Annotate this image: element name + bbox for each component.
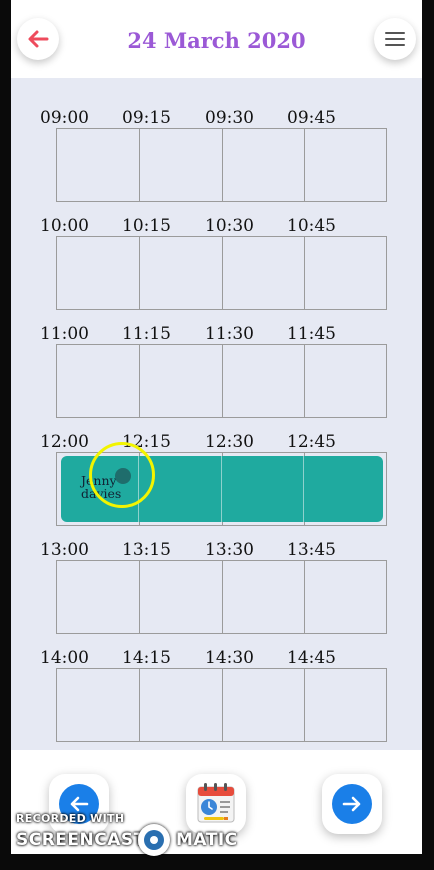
slot-divider <box>139 345 140 417</box>
next-day-circle <box>332 784 372 824</box>
time-label: 10:15 <box>122 216 171 236</box>
slot-divider <box>221 456 222 522</box>
watermark-brand-left: SCREENCAST <box>16 830 146 850</box>
slot-divider <box>304 237 305 309</box>
slot-divider <box>139 237 140 309</box>
page-title: 24 March 2020 <box>127 28 306 53</box>
time-label: 14:15 <box>122 648 171 668</box>
touch-indicator-dot <box>115 468 131 484</box>
slot-divider <box>303 456 304 522</box>
time-label: 13:30 <box>205 540 254 560</box>
screen-edge-right <box>422 0 434 870</box>
menu-button[interactable] <box>374 18 416 60</box>
time-slot-row[interactable] <box>56 560 387 634</box>
time-label: 14:45 <box>287 648 336 668</box>
slot-divider <box>222 669 223 741</box>
time-label: 14:00 <box>40 648 89 668</box>
time-label: 09:45 <box>287 108 336 128</box>
next-day-button[interactable] <box>322 774 382 834</box>
slot-divider <box>222 129 223 201</box>
watermark-logo-icon <box>138 824 170 856</box>
time-slot-row[interactable] <box>56 128 387 202</box>
time-slot-row[interactable] <box>56 236 387 310</box>
slot-divider <box>139 669 140 741</box>
time-label: 12:45 <box>287 432 336 452</box>
slot-divider <box>304 669 305 741</box>
screen-edge-left <box>0 0 11 870</box>
recording-watermark: RECORDED WITH SCREENCAST MATIC <box>16 808 246 858</box>
watermark-caption: RECORDED WITH <box>16 812 125 825</box>
app-frame: 24 March 2020 09:00 09:15 09:30 09:45 10… <box>0 0 434 870</box>
time-label: 10:45 <box>287 216 336 236</box>
next-day-arrow-icon <box>342 796 361 812</box>
time-label: 13:15 <box>122 540 171 560</box>
time-label: 12:30 <box>205 432 254 452</box>
time-slot-row[interactable] <box>56 344 387 418</box>
time-label: 11:30 <box>205 324 254 344</box>
slot-divider <box>222 237 223 309</box>
slot-divider <box>304 345 305 417</box>
time-label: 12:00 <box>40 432 89 452</box>
day-schedule: 09:00 09:15 09:30 09:45 10:00 10:15 10:3… <box>11 78 422 750</box>
time-label: 13:00 <box>40 540 89 560</box>
time-slot-row[interactable] <box>56 668 387 742</box>
slot-divider <box>304 561 305 633</box>
time-label: 11:45 <box>287 324 336 344</box>
time-label: 09:00 <box>40 108 89 128</box>
slot-divider <box>222 345 223 417</box>
watermark-brand-right: MATIC <box>176 830 238 850</box>
hamburger-menu-icon <box>385 32 405 46</box>
slot-divider <box>222 561 223 633</box>
time-label: 10:30 <box>205 216 254 236</box>
time-label: 14:30 <box>205 648 254 668</box>
time-label: 09:15 <box>122 108 171 128</box>
slot-divider <box>139 561 140 633</box>
slot-divider <box>304 129 305 201</box>
time-label: 10:00 <box>40 216 89 236</box>
slot-divider <box>139 129 140 201</box>
time-label: 09:30 <box>205 108 254 128</box>
header-bar: 24 March 2020 <box>11 0 422 78</box>
time-label: 11:15 <box>122 324 171 344</box>
time-label: 13:45 <box>287 540 336 560</box>
time-label: 11:00 <box>40 324 89 344</box>
